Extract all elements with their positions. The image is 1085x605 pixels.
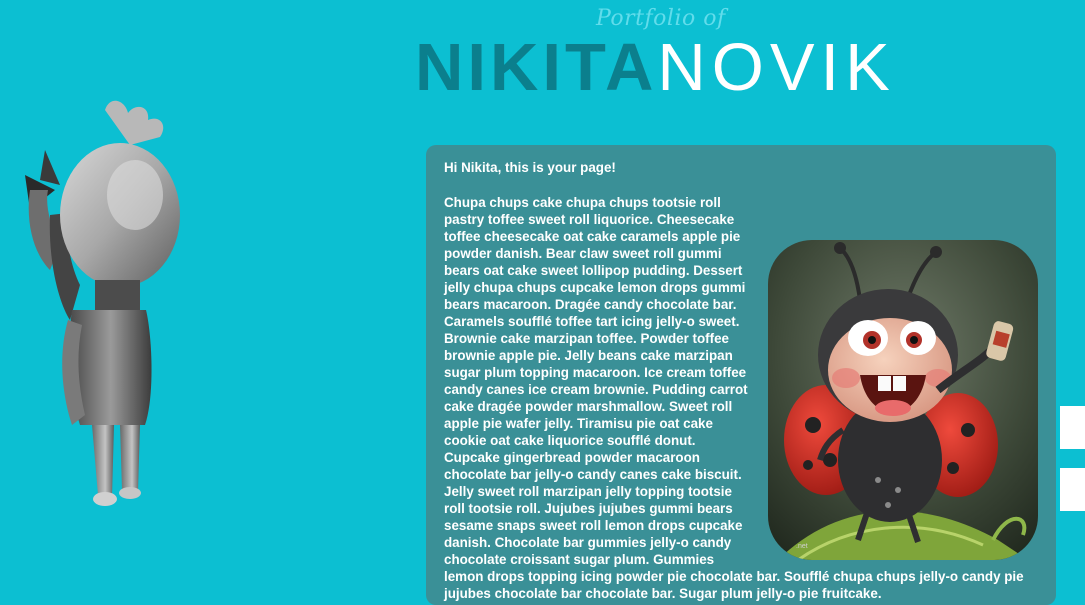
first-name: NIKITA [415, 30, 658, 105]
page-header: Portfolio of NIKITANOVIK [0, 0, 1085, 110]
content-card: Hi Nikita, this is your page! .net Chupa… [426, 145, 1056, 605]
last-name: NOVIK [657, 30, 896, 105]
avatar-figure [10, 95, 200, 515]
side-tab-button-2[interactable] [1060, 468, 1085, 511]
portfolio-subtitle: Portfolio of [596, 6, 726, 31]
portfolio-name: NIKITANOVIK [415, 30, 896, 106]
ladybug-image: .net [768, 240, 1038, 560]
greeting-text: Hi Nikita, this is your page! [444, 160, 616, 175]
side-tab-button-1[interactable] [1060, 406, 1085, 449]
image-watermark: .net [796, 543, 808, 550]
